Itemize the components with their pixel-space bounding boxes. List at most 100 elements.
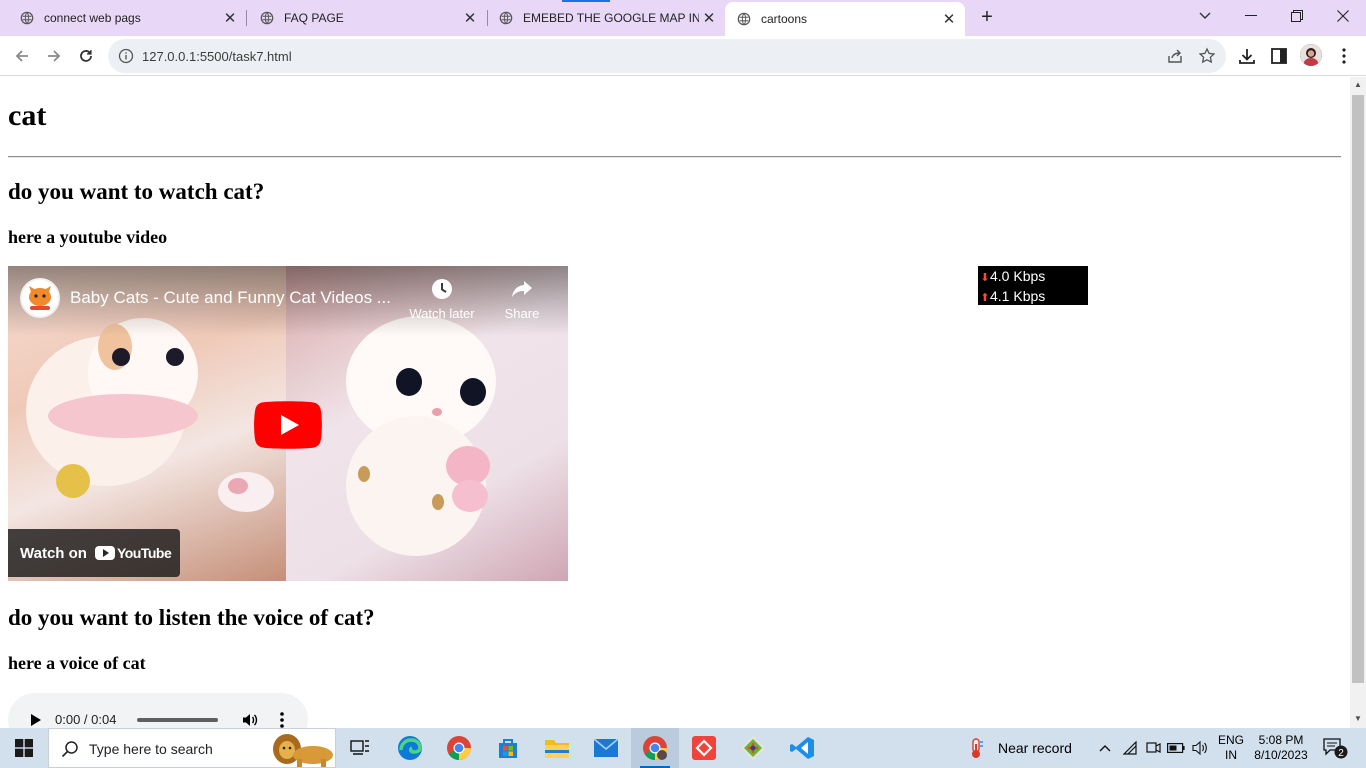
- search-placeholder: Type here to search: [89, 741, 213, 757]
- info-icon[interactable]: [118, 48, 134, 64]
- side-panel-icon[interactable]: [1268, 45, 1290, 67]
- audio-player[interactable]: 0:00 / 0:04: [8, 693, 308, 728]
- tab-faq-page[interactable]: FAQ PAGE ✕: [246, 4, 486, 32]
- channel-avatar[interactable]: [20, 278, 60, 318]
- task-view-icon[interactable]: [336, 728, 384, 768]
- share-label: Share: [504, 306, 540, 321]
- globe-icon: [499, 11, 513, 25]
- tab-connect-web-pags[interactable]: connect web pags ✕: [0, 4, 246, 32]
- taskbar-search-box[interactable]: Type here to search: [48, 728, 336, 768]
- edge-browser-icon[interactable]: [386, 728, 434, 768]
- watch-later-label: Watch later: [409, 306, 475, 321]
- video-question-heading: do you want to watch cat?: [8, 179, 265, 204]
- wifi-icon[interactable]: [1120, 728, 1140, 768]
- page-scrollbar[interactable]: ▲ ▼: [1350, 77, 1366, 728]
- more-options-icon[interactable]: [276, 711, 288, 728]
- vscode-icon[interactable]: [778, 728, 826, 768]
- start-button[interactable]: [0, 728, 48, 768]
- clock-time: 5:08 PM: [1258, 733, 1304, 747]
- tab-title: cartoons: [761, 12, 808, 26]
- upload-arrow-icon: ⬆: [980, 292, 990, 304]
- share-icon[interactable]: [1166, 47, 1184, 65]
- microsoft-store-icon[interactable]: [484, 728, 532, 768]
- reload-icon[interactable]: [72, 42, 100, 70]
- close-window-icon[interactable]: [1320, 0, 1366, 32]
- volume-icon[interactable]: [242, 712, 258, 728]
- share-button[interactable]: Share: [482, 278, 562, 321]
- tab-title: FAQ PAGE: [284, 11, 344, 25]
- minimize-icon[interactable]: [1228, 0, 1274, 32]
- back-arrow-icon[interactable]: [8, 42, 36, 70]
- watch-on-youtube-button[interactable]: Watch on YouTube: [8, 529, 180, 577]
- tab-search-chevron-icon[interactable]: [1182, 0, 1228, 32]
- close-icon[interactable]: ✕: [939, 9, 959, 29]
- address-bar[interactable]: 127.0.0.1:5500/task7.html: [108, 39, 1226, 73]
- video-title[interactable]: Baby Cats - Cute and Funny Cat Videos ..…: [70, 288, 391, 308]
- mail-icon[interactable]: [582, 728, 630, 768]
- battery-icon[interactable]: [1166, 728, 1186, 768]
- close-icon[interactable]: ✕: [460, 8, 480, 28]
- download-speed-row: ⬇4.0 Kbps: [980, 267, 1088, 287]
- new-tab-button[interactable]: +: [975, 5, 999, 29]
- upload-speed-row: ⬆4.1 Kbps: [980, 287, 1088, 307]
- anydesk-icon[interactable]: [680, 728, 728, 768]
- tab-embed-google-map[interactable]: EMEBED THE GOOGLE MAP IN YO ✕: [487, 4, 725, 32]
- tab-title: connect web pags: [44, 11, 141, 25]
- clock-date: 8/10/2023: [1254, 748, 1308, 762]
- globe-icon: [737, 12, 751, 26]
- download-speed: 4.0 Kbps: [990, 268, 1046, 284]
- weather-text: Near record: [998, 740, 1072, 756]
- scroll-down-arrow-icon[interactable]: ▼: [1354, 715, 1362, 723]
- upload-speed: 4.1 Kbps: [990, 288, 1046, 304]
- watch-on-label: Watch on: [20, 544, 87, 562]
- profile-avatar[interactable]: [1300, 44, 1322, 66]
- play-icon[interactable]: [30, 714, 42, 726]
- close-icon[interactable]: ✕: [699, 8, 719, 28]
- search-icon: [61, 741, 78, 758]
- forward-arrow-icon[interactable]: [40, 42, 68, 70]
- file-explorer-icon[interactable]: [533, 728, 581, 768]
- scroll-thumb[interactable]: [1352, 95, 1364, 683]
- page-title: cat: [8, 99, 47, 132]
- language-indicator[interactable]: ENG IN: [1218, 733, 1244, 763]
- scroll-up-arrow-icon[interactable]: ▲: [1354, 81, 1362, 89]
- audio-caption: here a voice of cat: [8, 653, 146, 673]
- search-highlight-lion-icon[interactable]: [269, 731, 335, 767]
- download-icon[interactable]: [1236, 45, 1258, 67]
- more-menu-icon[interactable]: [1333, 45, 1355, 67]
- windows-taskbar: Type here to search Near record ENG IN 5…: [0, 728, 1366, 768]
- tab-cartoons[interactable]: cartoons ✕: [725, 2, 965, 36]
- weather-widget[interactable]: Near record: [966, 728, 1072, 768]
- url-text[interactable]: 127.0.0.1:5500/task7.html: [142, 49, 292, 64]
- browser-toolbar: 127.0.0.1:5500/task7.html: [0, 36, 1366, 76]
- clock-icon: [432, 279, 452, 299]
- volume-tray-icon[interactable]: [1189, 728, 1211, 768]
- download-arrow-icon: ⬇: [980, 272, 990, 284]
- bookmark-star-icon[interactable]: [1198, 47, 1216, 65]
- youtube-wordmark: YouTube: [116, 545, 172, 561]
- region-code: IN: [1225, 748, 1237, 762]
- notification-count: 2: [1338, 748, 1344, 759]
- audio-time: 0:00 / 0:04: [55, 712, 117, 727]
- windows-logo-icon: [15, 739, 33, 757]
- watch-later-button[interactable]: Watch later: [402, 278, 482, 321]
- close-icon[interactable]: ✕: [220, 8, 240, 28]
- youtube-embed[interactable]: Baby Cats - Cute and Funny Cat Videos ..…: [8, 266, 568, 581]
- meet-now-icon[interactable]: [1143, 728, 1163, 768]
- tab-title: EMEBED THE GOOGLE MAP IN YO: [523, 11, 699, 25]
- git-tool-icon[interactable]: [729, 728, 777, 768]
- globe-icon: [260, 11, 274, 25]
- play-button-icon[interactable]: [254, 401, 322, 449]
- chrome-icon[interactable]: [435, 728, 483, 768]
- show-hidden-icons-icon[interactable]: [1096, 728, 1114, 768]
- chrome-profile-icon[interactable]: [631, 728, 679, 768]
- horizontal-rule: [8, 156, 1341, 158]
- globe-icon: [20, 11, 34, 25]
- notification-center-icon[interactable]: 2: [1322, 736, 1348, 760]
- audio-question-heading: do you want to listen the voice of cat?: [8, 605, 375, 630]
- system-clock[interactable]: 5:08 PM 8/10/2023: [1250, 733, 1312, 763]
- audio-progress-slider[interactable]: [137, 718, 218, 722]
- share-arrow-icon: [512, 281, 532, 297]
- restore-icon[interactable]: [1274, 0, 1320, 32]
- network-speed-meter: ⬇4.0 Kbps ⬆4.1 Kbps: [978, 266, 1088, 305]
